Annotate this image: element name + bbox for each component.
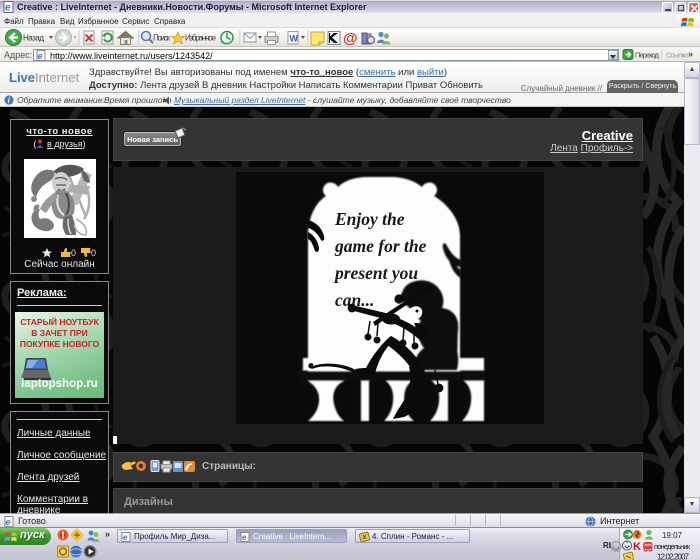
svg-text:Enjoy the: Enjoy the <box>334 209 405 229</box>
svg-text:e: e <box>242 533 247 542</box>
svg-text:present you: present you <box>333 263 418 283</box>
svg-text:e: e <box>38 51 43 61</box>
svg-text:e: e <box>5 3 11 14</box>
svg-text:Назад: Назад <box>23 34 44 43</box>
svg-text:12.02.2007: 12.02.2007 <box>657 553 690 560</box>
svg-text:Ссылки: Ссылки <box>666 51 688 60</box>
svg-text:@: @ <box>343 30 358 47</box>
svg-text:19:07: 19:07 <box>662 531 683 540</box>
svg-text:понедельник: понедельник <box>654 542 691 551</box>
svg-text:Переход: Переход <box>635 51 660 60</box>
svg-text:Поиск: Поиск <box>153 34 171 43</box>
svg-text:Избранное: Избранное <box>185 34 217 43</box>
svg-text:»: » <box>105 529 110 539</box>
svg-text:W: W <box>290 34 299 44</box>
svg-text:e: e <box>6 517 11 527</box>
svg-text:e: e <box>123 533 128 542</box>
svg-text:game for the: game for the <box>334 236 427 256</box>
